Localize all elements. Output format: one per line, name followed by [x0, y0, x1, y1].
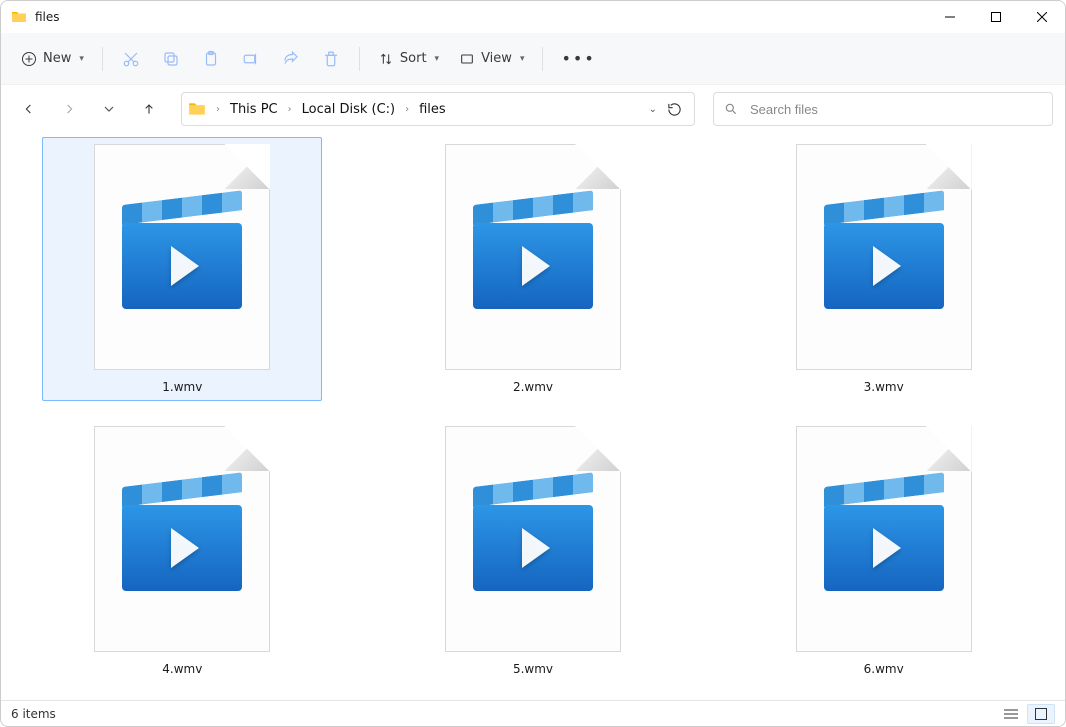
- search-box[interactable]: [713, 92, 1053, 126]
- view-label: View: [481, 51, 512, 66]
- file-thumbnail: [796, 426, 972, 652]
- maximize-button[interactable]: [973, 1, 1019, 33]
- titlebar: files: [1, 1, 1065, 33]
- breadcrumb-item[interactable]: files: [415, 98, 450, 121]
- share-icon: [282, 50, 300, 68]
- ellipsis-icon: •••: [561, 49, 595, 68]
- content-area: 1.wmv 2.wmv 3.wmv 4.wmv: [1, 133, 1065, 700]
- file-item[interactable]: 3.wmv: [744, 137, 1024, 401]
- file-item[interactable]: 2.wmv: [393, 137, 673, 401]
- sort-label: Sort: [400, 51, 427, 66]
- video-file-icon: [473, 203, 593, 311]
- cut-button[interactable]: [113, 41, 149, 77]
- chevron-down-icon: ▾: [520, 54, 525, 64]
- search-input[interactable]: [748, 101, 1042, 118]
- file-name: 2.wmv: [513, 380, 553, 394]
- refresh-button[interactable]: [667, 102, 682, 117]
- up-button[interactable]: [133, 93, 165, 125]
- view-button[interactable]: View ▾: [451, 41, 532, 77]
- video-file-icon: [824, 485, 944, 593]
- video-file-icon: [122, 203, 242, 311]
- details-view-button[interactable]: [997, 704, 1025, 724]
- minimize-button[interactable]: [927, 1, 973, 33]
- file-name: 4.wmv: [162, 662, 202, 676]
- breadcrumb-item[interactable]: This PC: [226, 98, 282, 121]
- recent-button[interactable]: [93, 93, 125, 125]
- sort-button[interactable]: Sort ▾: [370, 41, 447, 77]
- clipboard-icon: [202, 50, 220, 68]
- delete-button[interactable]: [313, 41, 349, 77]
- file-item[interactable]: 5.wmv: [393, 419, 673, 683]
- scissors-icon: [122, 50, 140, 68]
- back-button[interactable]: [13, 93, 45, 125]
- file-thumbnail: [796, 144, 972, 370]
- file-thumbnail: [445, 144, 621, 370]
- window-controls: [927, 1, 1065, 33]
- file-name: 6.wmv: [864, 662, 904, 676]
- file-thumbnail: [94, 144, 270, 370]
- chevron-down-icon: ▾: [435, 54, 440, 64]
- search-icon: [724, 102, 738, 116]
- view-icon: [459, 51, 475, 67]
- copy-icon: [162, 50, 180, 68]
- nav-row: › This PC › Local Disk (C:) › files ⌄: [1, 85, 1065, 133]
- separator: [359, 47, 360, 71]
- file-name: 5.wmv: [513, 662, 553, 676]
- folder-icon: [11, 9, 27, 25]
- trash-icon: [322, 50, 340, 68]
- close-button[interactable]: [1019, 1, 1065, 33]
- more-button[interactable]: •••: [553, 41, 603, 77]
- window-title: files: [35, 10, 60, 24]
- chevron-down-icon: ▾: [79, 54, 84, 64]
- plus-circle-icon: [21, 51, 37, 67]
- file-thumbnail: [445, 426, 621, 652]
- view-toggles: [997, 704, 1055, 724]
- separator: [542, 47, 543, 71]
- thumbnails-view-button[interactable]: [1027, 704, 1055, 724]
- toolbar: New ▾ Sort ▾ View ▾ •••: [1, 33, 1065, 85]
- file-name: 1.wmv: [162, 380, 202, 394]
- new-button[interactable]: New ▾: [13, 41, 92, 77]
- rename-icon: [242, 50, 260, 68]
- video-file-icon: [824, 203, 944, 311]
- paste-button[interactable]: [193, 41, 229, 77]
- chevron-down-icon[interactable]: ⌄: [649, 104, 657, 115]
- status-text: 6 items: [11, 707, 56, 721]
- chevron-right-icon: ›: [214, 104, 222, 115]
- items-grid: 1.wmv 2.wmv 3.wmv 4.wmv: [13, 137, 1053, 683]
- copy-button[interactable]: [153, 41, 189, 77]
- file-item[interactable]: 6.wmv: [744, 419, 1024, 683]
- rename-button[interactable]: [233, 41, 269, 77]
- video-file-icon: [122, 485, 242, 593]
- forward-button[interactable]: [53, 93, 85, 125]
- file-name: 3.wmv: [864, 380, 904, 394]
- video-file-icon: [473, 485, 593, 593]
- file-item[interactable]: 4.wmv: [42, 419, 322, 683]
- separator: [102, 47, 103, 71]
- file-thumbnail: [94, 426, 270, 652]
- sort-icon: [378, 51, 394, 67]
- chevron-right-icon: ›: [403, 104, 411, 115]
- chevron-right-icon: ›: [286, 104, 294, 115]
- file-item[interactable]: 1.wmv: [42, 137, 322, 401]
- folder-icon: [188, 100, 206, 118]
- address-bar[interactable]: › This PC › Local Disk (C:) › files ⌄: [181, 92, 695, 126]
- new-label: New: [43, 51, 71, 66]
- status-bar: 6 items: [1, 700, 1065, 726]
- share-button[interactable]: [273, 41, 309, 77]
- breadcrumb-item[interactable]: Local Disk (C:): [298, 98, 399, 121]
- file-explorer-window: files New ▾ Sort ▾ View ▾: [0, 0, 1066, 727]
